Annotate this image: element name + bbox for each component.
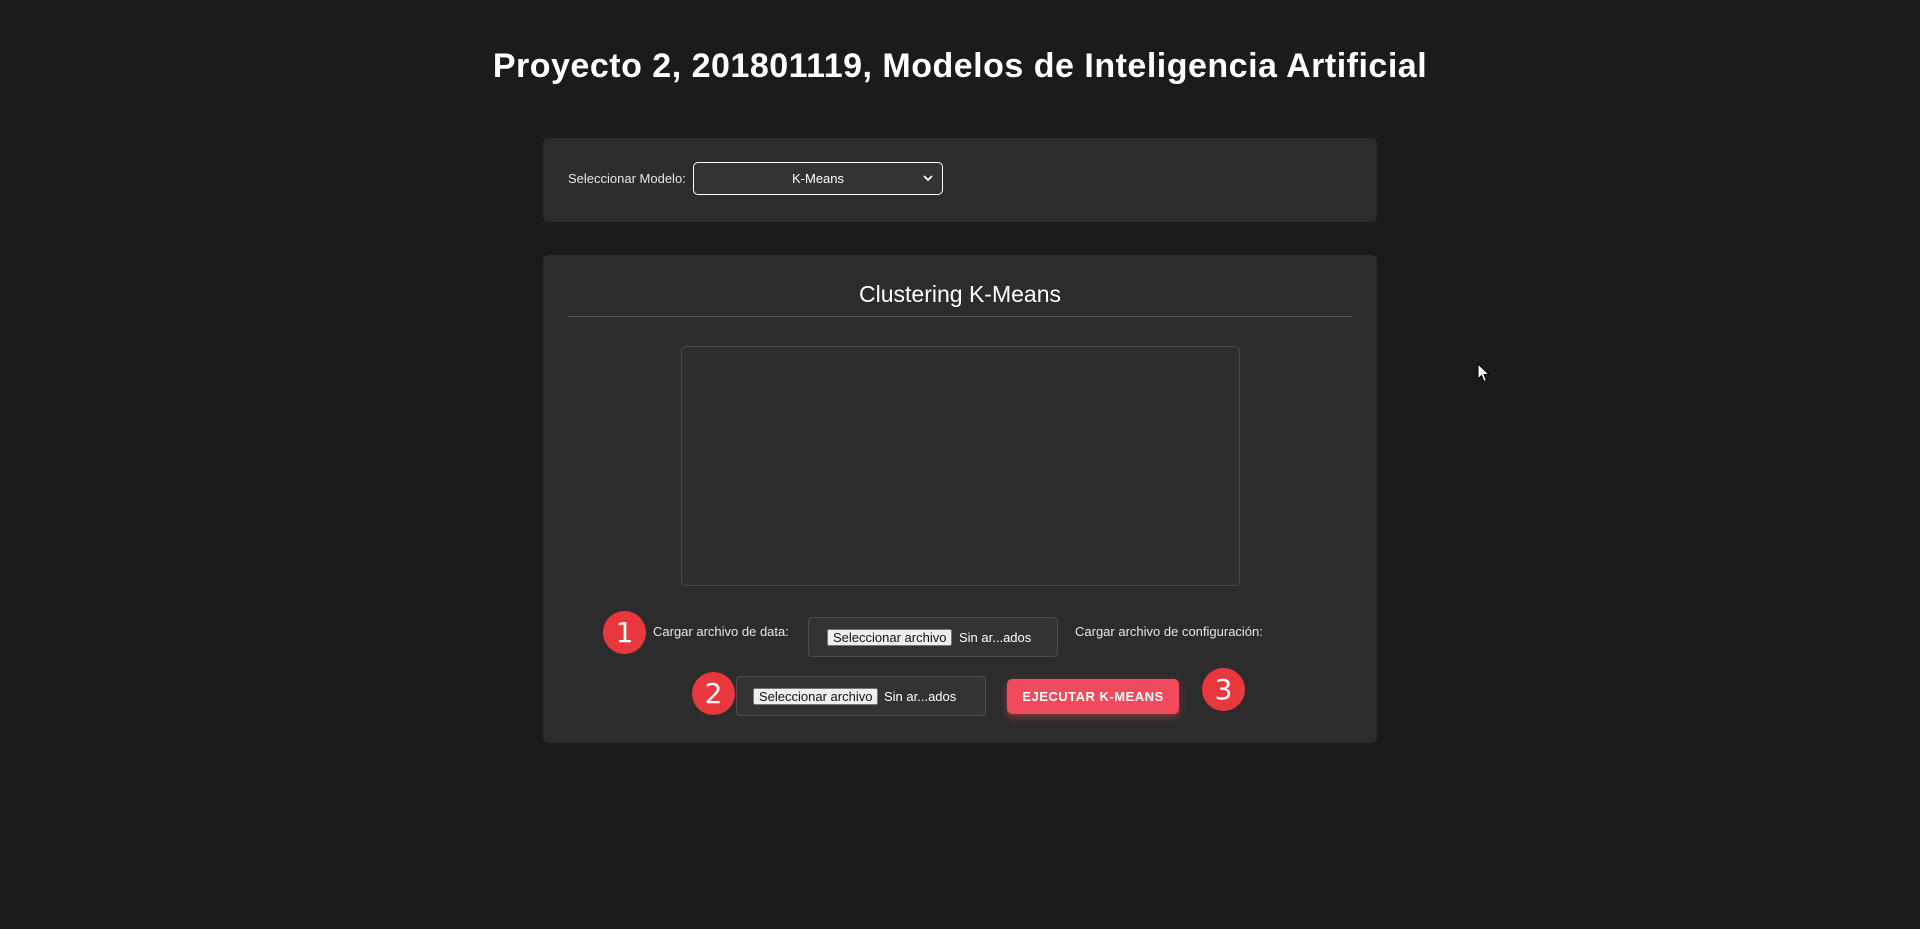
config-file-label: Cargar archivo de configuración: [1075,624,1263,639]
page-title: Proyecto 2, 201801119, Modelos de Inteli… [492,47,1428,85]
config-file-status: Sin ar...ados [884,689,957,704]
step-badge-3: 3 [1202,668,1245,711]
section-divider [568,316,1352,317]
chart-area [681,346,1240,586]
data-file-input[interactable]: Seleccionar archivo Sin ar...ados [808,617,1058,657]
model-select-label: Seleccionar Modelo: [568,171,686,186]
config-file-input[interactable]: Seleccionar archivo Sin ar...ados [736,676,986,716]
data-file-status: Sin ar...ados [959,630,1032,645]
model-selector-card: Seleccionar Modelo: K-Means [543,138,1377,222]
chevron-down-icon [923,163,933,194]
step-badge-2: 2 [692,672,735,715]
data-file-select-button[interactable]: Seleccionar archivo [827,629,953,646]
model-select[interactable]: K-Means [693,162,943,195]
step-badge-1: 1 [603,611,646,654]
run-kmeans-button[interactable]: EJECUTAR K-MEANS [1007,679,1179,714]
section-title: Clustering K-Means [859,281,1061,307]
config-file-select-button[interactable]: Seleccionar archivo [753,688,879,705]
kmeans-card: Clustering K-Means 1 Cargar archivo de d… [543,255,1377,743]
mouse-cursor-icon [1477,362,1491,383]
data-file-label: Cargar archivo de data: [653,624,789,639]
model-select-value: K-Means [791,171,845,186]
